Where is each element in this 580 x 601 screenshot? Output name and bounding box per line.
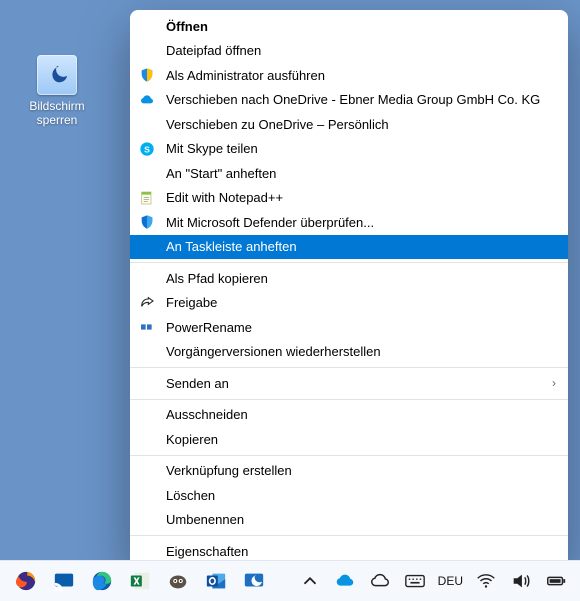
menu-item-label: Als Administrator ausführen [166, 68, 325, 83]
svg-text:S: S [144, 144, 150, 154]
menu-separator [130, 399, 568, 400]
tray-onedrive-icon[interactable] [333, 569, 357, 593]
menu-item[interactable]: Kopieren [130, 427, 568, 452]
tray-wifi-icon[interactable] [474, 569, 498, 593]
menu-item-label: Löschen [166, 488, 215, 503]
menu-item[interactable]: Edit with Notepad++ [130, 186, 568, 211]
taskbar-app-firefox[interactable] [14, 569, 38, 593]
menu-item-label: An "Start" anheften [166, 166, 276, 181]
tray-overflow-chevron-icon[interactable] [298, 569, 322, 593]
menu-item-label: Freigabe [166, 295, 217, 310]
desktop-shortcut-label: Bildschirm sperren [12, 99, 102, 127]
menu-item[interactable]: Umbenennen [130, 508, 568, 533]
menu-item-label: Senden an [166, 376, 229, 391]
blank-icon [138, 269, 156, 287]
chevron-right-icon: › [552, 376, 556, 390]
blank-icon [138, 17, 156, 35]
menu-item[interactable]: Dateipfad öffnen [130, 39, 568, 64]
menu-item-label: Verknüpfung erstellen [166, 463, 292, 478]
shield-icon [138, 66, 156, 84]
menu-item-label: Vorgängerversionen wiederherstellen [166, 344, 381, 359]
blank-icon [138, 406, 156, 424]
taskbar-app-cast[interactable] [52, 569, 76, 593]
taskbar-app-gimp[interactable] [166, 569, 190, 593]
menu-item[interactable]: An "Start" anheften [130, 161, 568, 186]
menu-separator [130, 367, 568, 368]
menu-item-label: Verschieben nach OneDrive - Ebner Media … [166, 92, 540, 107]
menu-item-label: An Taskleiste anheften [166, 239, 297, 254]
taskbar-app-lockscreen[interactable] [242, 569, 266, 593]
blank-icon [138, 511, 156, 529]
menu-item[interactable]: Verschieben nach OneDrive - Ebner Media … [130, 88, 568, 113]
menu-item-label: Kopieren [166, 432, 218, 447]
blank-icon [138, 374, 156, 392]
taskbar-tray: DEU [298, 569, 580, 593]
menu-separator [130, 455, 568, 456]
tray-cloud-outline-icon[interactable] [368, 569, 392, 593]
blank-icon [138, 238, 156, 256]
blank-icon [138, 462, 156, 480]
rename-icon [138, 318, 156, 336]
taskbar-app-excel[interactable] [128, 569, 152, 593]
menu-item-label: Dateipfad öffnen [166, 43, 261, 58]
menu-item-label: Umbenennen [166, 512, 244, 527]
menu-separator [130, 262, 568, 263]
menu-item[interactable]: Löschen [130, 483, 568, 508]
blank-icon [138, 42, 156, 60]
menu-item[interactable]: Verschieben zu OneDrive – Persönlich [130, 112, 568, 137]
taskbar-app-edge[interactable] [90, 569, 114, 593]
notepad-icon [138, 189, 156, 207]
menu-item-label: Mit Microsoft Defender überprüfen... [166, 215, 374, 230]
tray-volume-icon[interactable] [509, 569, 533, 593]
defender-icon [138, 213, 156, 231]
menu-item[interactable]: S Mit Skype teilen [130, 137, 568, 162]
menu-item[interactable]: Freigabe [130, 291, 568, 316]
skype-icon: S [138, 140, 156, 158]
blank-icon [138, 430, 156, 448]
moon-screen-icon [37, 55, 77, 95]
menu-separator [130, 535, 568, 536]
tray-battery-icon[interactable] [544, 569, 568, 593]
menu-item[interactable]: An Taskleiste anheften [130, 235, 568, 260]
taskbar: DEU [0, 560, 580, 601]
share-icon [138, 294, 156, 312]
menu-item[interactable]: Öffnen [130, 14, 568, 39]
menu-item-label: Als Pfad kopieren [166, 271, 268, 286]
menu-item[interactable]: Verknüpfung erstellen [130, 459, 568, 484]
menu-item-label: Mit Skype teilen [166, 141, 258, 156]
menu-item[interactable]: Als Administrator ausführen [130, 63, 568, 88]
blank-icon [138, 343, 156, 361]
menu-item[interactable]: Als Pfad kopieren [130, 266, 568, 291]
menu-item-label: Öffnen [166, 19, 208, 34]
blank-icon [138, 115, 156, 133]
onedrive-icon [138, 91, 156, 109]
menu-item[interactable]: Vorgängerversionen wiederherstellen [130, 340, 568, 365]
context-menu: Öffnen Dateipfad öffnen Als Administrator … [130, 10, 568, 568]
tray-keyboard-icon[interactable] [403, 569, 427, 593]
tray-language-indicator[interactable]: DEU [438, 574, 463, 588]
menu-item[interactable]: Ausschneiden [130, 403, 568, 428]
menu-item[interactable]: PowerRename [130, 315, 568, 340]
taskbar-left [0, 569, 266, 593]
menu-item-label: Eigenschaften [166, 544, 248, 559]
desktop-shortcut-lockscreen[interactable]: Bildschirm sperren [12, 55, 102, 127]
menu-item-label: PowerRename [166, 320, 252, 335]
menu-item-label: Edit with Notepad++ [166, 190, 283, 205]
menu-item[interactable]: Senden an › [130, 371, 568, 396]
blank-icon [138, 486, 156, 504]
menu-item-label: Verschieben zu OneDrive – Persönlich [166, 117, 389, 132]
blank-icon [138, 542, 156, 560]
taskbar-app-outlook[interactable] [204, 569, 228, 593]
blank-icon [138, 164, 156, 182]
menu-item-label: Ausschneiden [166, 407, 248, 422]
menu-item[interactable]: Mit Microsoft Defender überprüfen... [130, 210, 568, 235]
